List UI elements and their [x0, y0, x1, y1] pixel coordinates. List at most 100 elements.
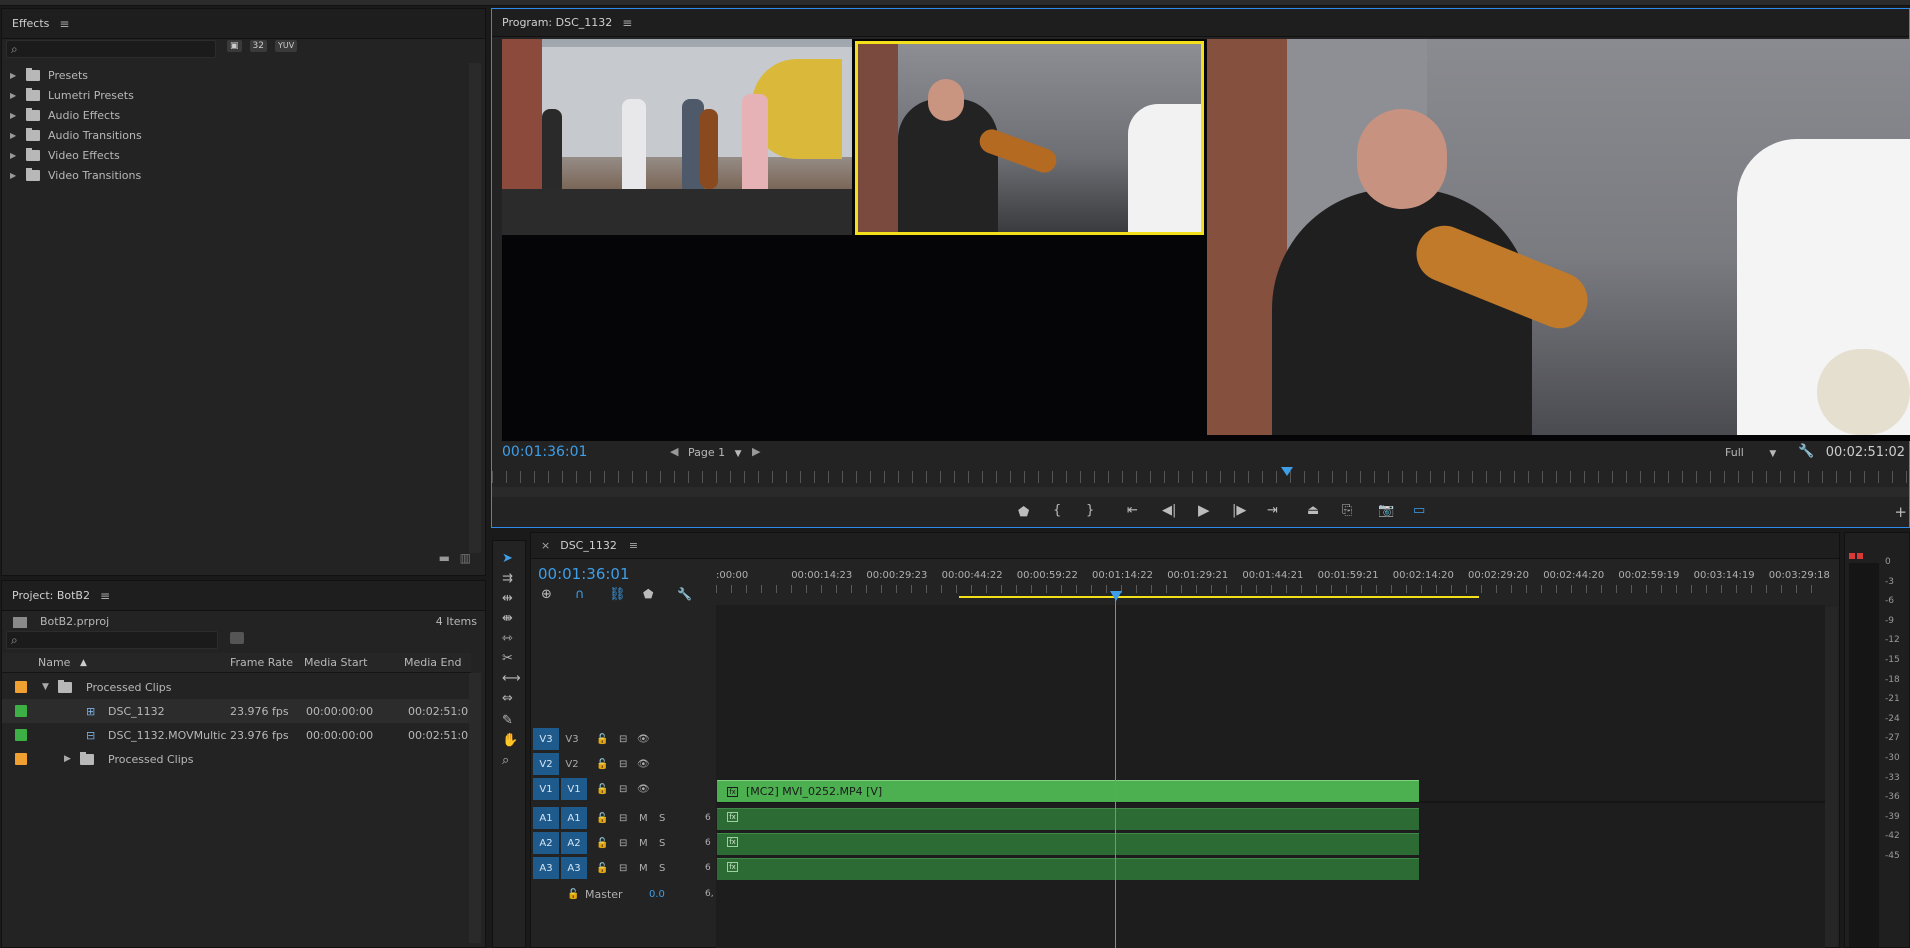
mute-button[interactable]: M — [639, 813, 648, 824]
sync-lock-icon[interactable]: ⊟ — [619, 784, 627, 795]
new-search-bin-icon[interactable] — [230, 632, 244, 644]
dropdown-chevron-icon[interactable]: ▼ — [1769, 449, 1776, 459]
close-tab-icon[interactable]: × — [541, 539, 550, 552]
label-color-swatch[interactable] — [15, 729, 27, 741]
sort-ascending-icon[interactable]: ▲ — [80, 658, 87, 668]
page-selector[interactable]: Page 1 ▼ — [688, 446, 742, 459]
pen-tool-icon[interactable]: ✎ — [502, 713, 513, 728]
solo-button[interactable]: S — [659, 863, 665, 874]
selection-tool-icon[interactable]: ➤ — [502, 551, 513, 566]
lock-icon[interactable]: 🔓 — [567, 889, 579, 900]
linked-selection-icon[interactable]: ⛓ — [609, 587, 626, 602]
track-target-v3[interactable]: V3 — [559, 728, 585, 750]
panel-menu-icon[interactable]: ≡ — [100, 589, 110, 603]
slip-tool-icon[interactable]: ⟷ — [502, 671, 521, 686]
column-name[interactable]: Name — [38, 656, 70, 669]
lock-icon[interactable]: 🔓 — [596, 784, 608, 795]
sync-lock-icon[interactable]: ⊟ — [619, 838, 627, 849]
solo-button[interactable]: S — [659, 813, 665, 824]
column-media-end[interactable]: Media End — [404, 656, 461, 669]
go-to-in-icon[interactable]: ⇤ — [1127, 503, 1138, 518]
eye-icon[interactable]: 👁 — [637, 759, 650, 770]
ripple-edit-tool-icon[interactable]: ⇹ — [502, 591, 513, 606]
video-clip-mc2[interactable]: fx [MC2] MVI_0252.MP4 [V] — [717, 780, 1419, 802]
track-target-a3[interactable]: A3 — [561, 857, 587, 879]
razor-tool-icon[interactable]: ✂ — [502, 651, 513, 666]
yuv-effects-icon[interactable]: YUV — [274, 40, 298, 52]
program-time-ruler[interactable] — [492, 471, 1909, 483]
expand-triangle-icon[interactable]: ▶ — [10, 111, 20, 120]
timeline-settings-wrench-icon[interactable]: 🔧 — [677, 587, 692, 601]
multicam-toggle-icon[interactable]: ▭ — [1413, 503, 1425, 518]
effects-title[interactable]: Effects — [12, 17, 49, 30]
panel-menu-icon[interactable]: ≡ — [59, 17, 69, 31]
hand-tool-icon[interactable]: ✋ — [502, 733, 518, 748]
source-patch-a2[interactable]: A2 — [533, 832, 559, 854]
button-editor-plus-icon[interactable]: + — [1894, 503, 1907, 521]
lock-icon[interactable]: 🔓 — [596, 863, 608, 874]
step-back-icon[interactable]: ◀| — [1162, 503, 1176, 518]
effects-search-input[interactable]: ⌕ — [6, 40, 216, 58]
expand-triangle-icon[interactable]: ▶ — [64, 754, 71, 764]
column-media-start[interactable]: Media Start — [304, 656, 367, 669]
program-title[interactable]: Program: DSC_1132 — [502, 16, 612, 29]
track-target-v1[interactable]: V1 — [561, 778, 587, 800]
new-bin-icon[interactable]: ▬ — [439, 551, 450, 565]
project-row-bin[interactable]: ▼ Processed Clips — [2, 675, 471, 699]
effects-item-lumetri-presets[interactable]: ▶ Lumetri Presets — [10, 85, 134, 105]
effects-item-audio-transitions[interactable]: ▶ Audio Transitions — [10, 125, 142, 145]
sync-lock-icon[interactable]: ⊟ — [619, 863, 627, 874]
collapse-triangle-icon[interactable]: ▼ — [42, 682, 49, 692]
label-color-swatch[interactable] — [15, 705, 27, 717]
sync-lock-icon[interactable]: ⊟ — [619, 759, 627, 770]
program-playhead[interactable] — [1280, 467, 1293, 476]
effects-item-video-effects[interactable]: ▶ Video Effects — [10, 145, 120, 165]
label-color-swatch[interactable] — [15, 681, 27, 693]
camera-angle-2-thumbnail-active[interactable] — [855, 41, 1204, 235]
add-marker-icon[interactable]: ⬟ — [643, 587, 653, 601]
play-icon[interactable]: ▶ — [1198, 501, 1210, 519]
project-row-multicam[interactable]: ⊟ DSC_1132.MOVMultic 23.976 fps 00:00:00… — [2, 723, 475, 747]
effects-scrollbar[interactable] — [469, 63, 481, 553]
program-current-timecode[interactable]: 00:01:36:01 — [502, 444, 587, 460]
panel-menu-icon[interactable]: ≡ — [622, 16, 632, 30]
project-title[interactable]: Project: BotB2 — [12, 589, 90, 602]
go-to-out-icon[interactable]: ⇥ — [1267, 503, 1278, 518]
column-frame-rate[interactable]: Frame Rate — [230, 656, 293, 669]
project-row-sequence[interactable]: ⊞ DSC_1132 23.976 fps 00:00:00:00 00:02:… — [2, 699, 475, 723]
program-zoom-scrollbar[interactable] — [492, 487, 1909, 497]
audio-clip-a3[interactable]: fx — [717, 858, 1419, 880]
program-preview-image[interactable] — [1207, 39, 1910, 435]
mute-button[interactable]: M — [639, 863, 648, 874]
panel-menu-icon[interactable]: ≡ — [629, 539, 638, 552]
timeline-ruler[interactable]: :00:00 00:00:14:23 00:00:29:23 00:00:44:22 0… — [716, 559, 1857, 605]
resolution-select[interactable]: Full ▼ — [1725, 446, 1776, 459]
solo-button[interactable]: S — [659, 838, 665, 849]
effects-item-presets[interactable]: ▶ Presets — [10, 65, 88, 85]
camera-angle-1-thumbnail[interactable] — [502, 39, 852, 235]
program-video-frame[interactable] — [502, 39, 1910, 441]
expand-triangle-icon[interactable]: ▶ — [10, 71, 20, 80]
rate-stretch-tool-icon[interactable]: ⇿ — [502, 631, 513, 646]
source-patch-v1[interactable]: V1 — [533, 778, 559, 800]
expand-triangle-icon[interactable]: ▶ — [10, 171, 20, 180]
project-search-input[interactable]: ⌕ — [6, 631, 218, 649]
sync-lock-icon[interactable]: ⊟ — [619, 813, 627, 824]
expand-triangle-icon[interactable]: ▶ — [10, 91, 20, 100]
source-patch-v3[interactable]: V3 — [533, 728, 559, 750]
track-target-a1[interactable]: A1 — [561, 807, 587, 829]
eye-icon[interactable]: 👁 — [637, 734, 650, 745]
work-area-bar[interactable] — [959, 596, 1479, 598]
clip-indicator-left[interactable] — [1849, 553, 1855, 559]
mute-button[interactable]: M — [639, 838, 648, 849]
rolling-edit-tool-icon[interactable]: ⇼ — [502, 611, 513, 626]
clip-indicator-right[interactable] — [1857, 553, 1863, 559]
trash-icon[interactable]: ▥ — [460, 551, 471, 565]
track-target-a2[interactable]: A2 — [561, 832, 587, 854]
timeline-playhead-handle[interactable] — [1110, 591, 1122, 601]
lock-icon[interactable]: 🔓 — [596, 734, 608, 745]
previous-page-icon[interactable]: ◀ — [670, 445, 678, 458]
dropdown-chevron-icon[interactable]: ▼ — [735, 449, 742, 459]
label-color-swatch[interactable] — [15, 753, 27, 765]
export-frame-icon[interactable]: 📷 — [1378, 503, 1394, 518]
